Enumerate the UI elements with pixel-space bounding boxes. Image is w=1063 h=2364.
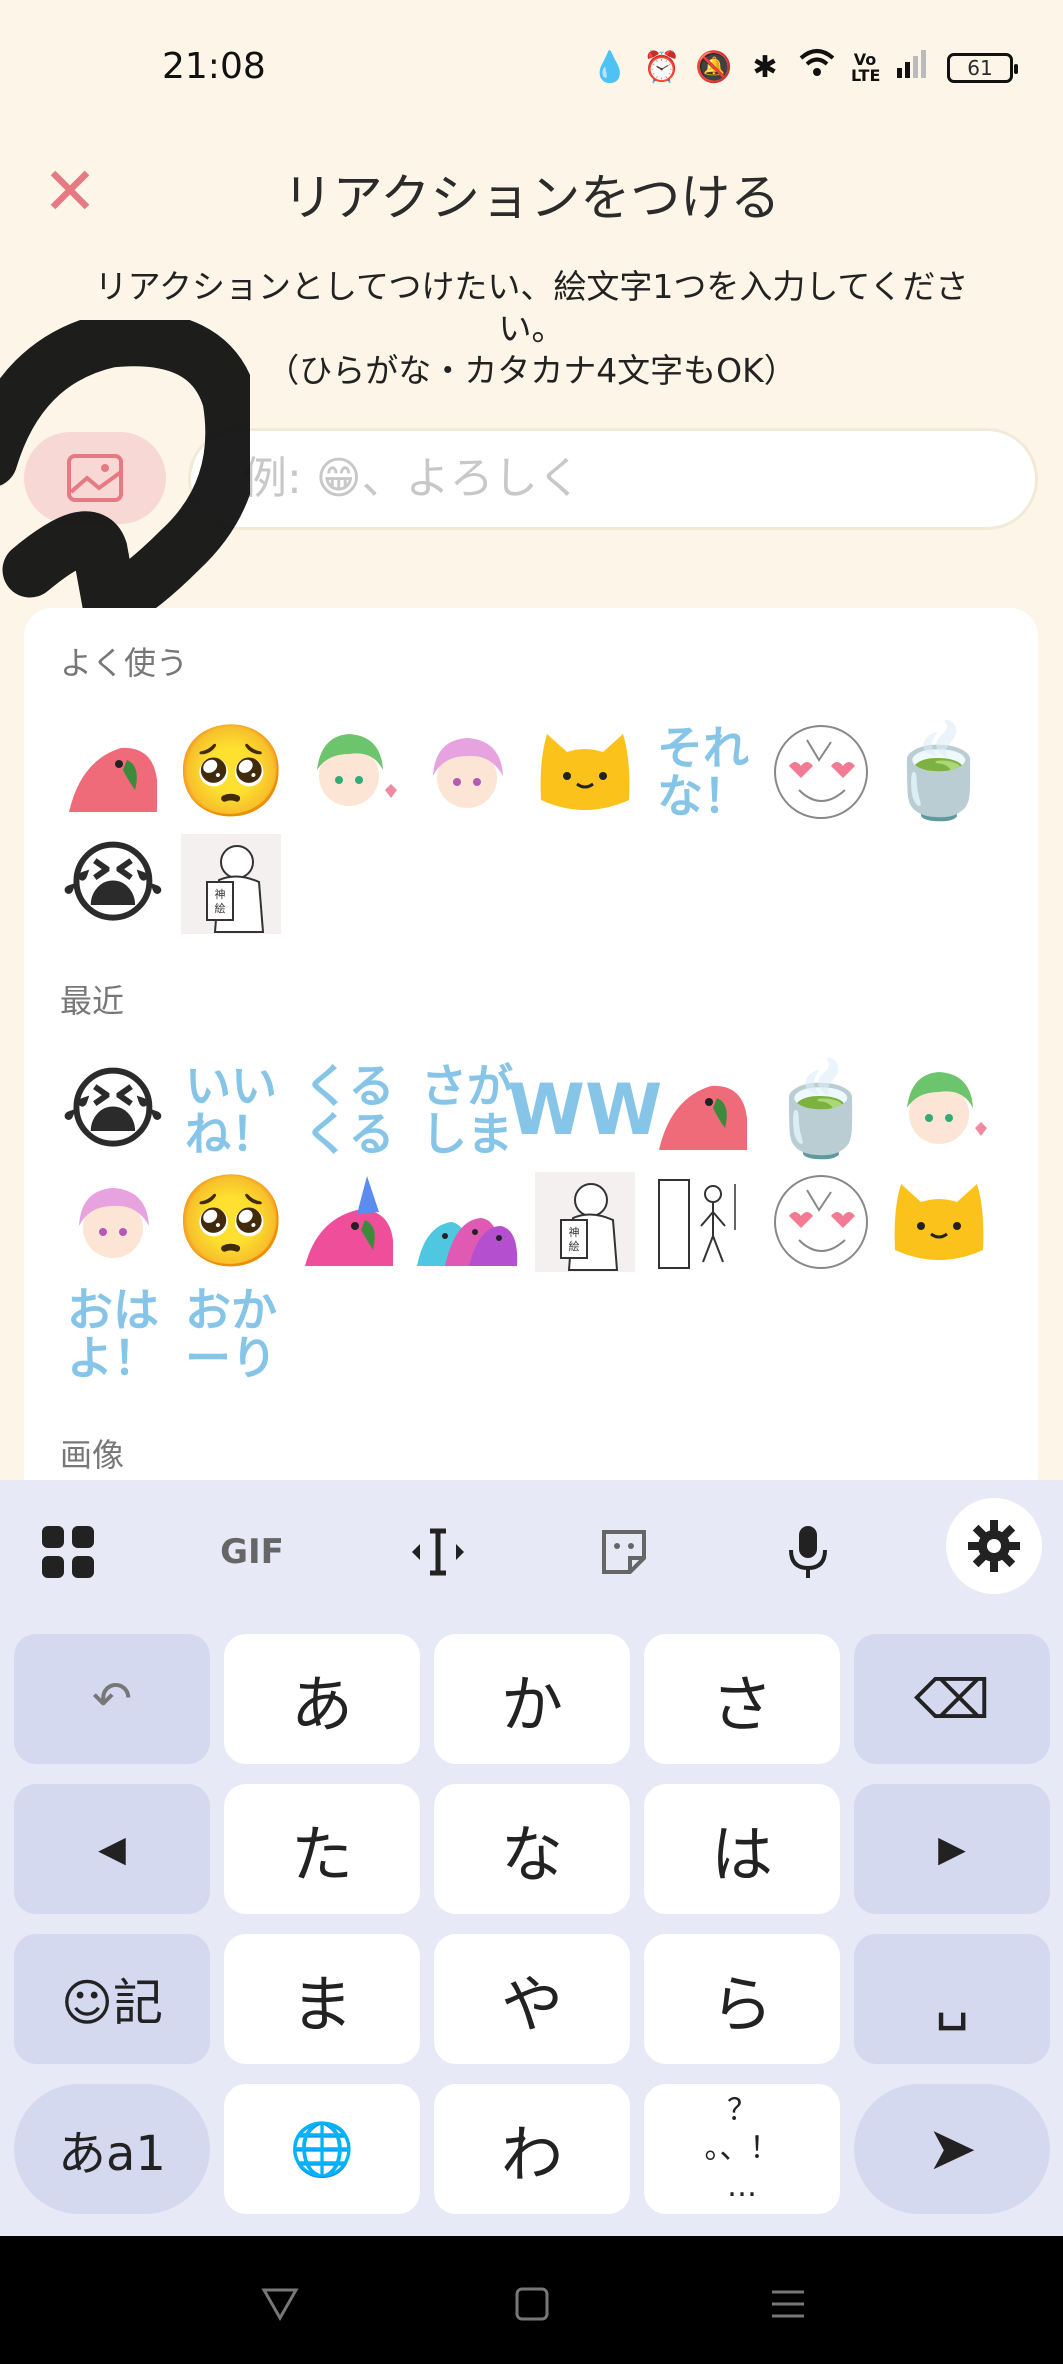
custom-emoji-hands-heart[interactable] [762, 1166, 880, 1278]
text-emoji-item[interactable]: それ な！ [644, 716, 762, 828]
mic-icon[interactable] [758, 1502, 858, 1602]
gif-icon[interactable]: GIF [202, 1502, 302, 1602]
svg-text:絵: 絵 [569, 1239, 580, 1253]
status-time: 21:08 [162, 46, 266, 87]
cursor-right-key[interactable]: ▶ [854, 1784, 1050, 1914]
volte-icon: Vo LTE [851, 49, 881, 85]
menu-nav-icon[interactable] [748, 2264, 828, 2344]
key-sa[interactable]: さ [644, 1634, 840, 1764]
custom-emoji-parrot-red[interactable] [54, 716, 172, 828]
page-title: リアクションをつける [282, 169, 781, 227]
custom-emoji-chibi-pink[interactable] [408, 716, 526, 828]
custom-emoji-parrots-group[interactable] [408, 1166, 526, 1278]
image-picker-button[interactable] [24, 432, 166, 524]
custom-emoji-chibi-pink[interactable] [54, 1166, 172, 1278]
instruction-line-2: い。 [498, 309, 565, 348]
settings-icon[interactable] [946, 1498, 1042, 1594]
mute-icon: 🔕 [695, 49, 733, 85]
key-wa[interactable]: わ [434, 2084, 630, 2214]
emoji-item[interactable]: 😭 [54, 1054, 172, 1166]
custom-emoji-chibi-green[interactable] [290, 716, 408, 828]
custom-emoji-hands-heart[interactable] [762, 716, 880, 828]
backspace-key[interactable]: ⌫ [854, 1634, 1050, 1764]
undo-key[interactable]: ↶ [14, 1634, 210, 1764]
instruction-text: リアクションとしてつけたい、絵文字1つを入力してくださ い。 （ひらがな・カタカ… [40, 266, 1023, 392]
key-ya[interactable]: や [434, 1934, 630, 2064]
custom-emoji-parrot-red[interactable] [644, 1054, 762, 1166]
text-emoji-item[interactable]: いい ね！ [172, 1054, 290, 1166]
section-image-label: 画像 [60, 1436, 125, 1474]
globe-key[interactable]: 🌐 [224, 2084, 420, 2214]
custom-emoji-party-parrot[interactable] [290, 1166, 408, 1278]
emoji-item[interactable]: 🥺 [172, 716, 290, 828]
key-na[interactable]: な [434, 1784, 630, 1914]
emoji-item[interactable]: 😭 [54, 828, 172, 940]
punctuation-key[interactable]: ？ 。、！ … [644, 2084, 840, 2214]
instruction-line-1: リアクションとしてつけたい、絵文字1つを入力してくださ [94, 267, 969, 306]
custom-emoji-door-figure[interactable] [644, 1166, 762, 1278]
frequent-emoji-grid: 🥺 それ な！ 🍵 😭 神絵 [54, 716, 1014, 940]
emoji-panel: よく使う 🥺 それ な！ 🍵 😭 神絵 最近 😭 いい ね！ くる くる さが しま WW 🍵 🥺 神絵おはよ… [24, 608, 1038, 1488]
emoji-item[interactable]: 🥺 [172, 1166, 290, 1278]
navigation-bar [0, 2236, 1063, 2364]
battery-indicator: 61 [947, 52, 1018, 83]
cursor-left-key[interactable]: ◀ [14, 1784, 210, 1914]
custom-emoji-cat-yellow[interactable] [880, 1166, 998, 1278]
text-emoji-item[interactable]: おは よ！ [54, 1278, 172, 1390]
svg-text:絵: 絵 [215, 901, 226, 915]
apps-icon[interactable] [18, 1502, 118, 1602]
wifi-icon [799, 48, 835, 87]
key-ha[interactable]: は [644, 1784, 840, 1914]
emoji-item[interactable]: 🍵 [762, 1054, 880, 1166]
svg-text:神: 神 [215, 887, 226, 901]
custom-emoji-chibi-green[interactable] [880, 1054, 998, 1166]
key-a[interactable]: あ [224, 1634, 420, 1764]
send-key[interactable]: ➤ [854, 2084, 1050, 2214]
emoji-symbol-key[interactable]: ☺記 [14, 1934, 210, 2064]
custom-emoji-cat-yellow[interactable] [526, 716, 644, 828]
custom-emoji-kami-sign[interactable]: 神絵 [172, 828, 290, 940]
image-icon [67, 454, 123, 502]
signal-icon [895, 48, 931, 87]
instruction-line-3: （ひらがな・カタカナ4文字もOK） [266, 351, 797, 390]
text-emoji-item[interactable]: おか ーり [172, 1278, 290, 1390]
svg-text:神: 神 [569, 1225, 580, 1239]
text-emoji-item[interactable]: WW [508, 1054, 662, 1166]
status-icons: 💧 ⏰ 🔕 ✱ Vo LTE 61 [591, 48, 1018, 87]
section-recent-label: 最近 [60, 982, 125, 1020]
home-nav-icon[interactable] [492, 2264, 572, 2344]
keyboard-toolbar: GIF [0, 1480, 1063, 1610]
cursor-icon[interactable] [388, 1502, 488, 1602]
section-frequent-label: よく使う [60, 644, 189, 682]
back-nav-icon[interactable] [240, 2264, 320, 2344]
keyboard: GIF ↶ あ か さ ⌫ ◀ た な は ▶ ☺記 ま や ら ␣ あa1 🌐… [0, 1480, 1063, 2236]
bluetooth-icon: ✱ [752, 49, 778, 85]
key-ta[interactable]: た [224, 1784, 420, 1914]
sticker-icon[interactable] [574, 1502, 674, 1602]
status-bar: 21:08 💧 ⏰ 🔕 ✱ Vo LTE 61 [0, 0, 1063, 130]
alarm-icon: ⏰ [643, 49, 681, 85]
text-emoji-item[interactable]: くる くる [290, 1054, 408, 1166]
reaction-input[interactable]: 例: 😁、よろしく [188, 428, 1038, 530]
drop-icon: 💧 [591, 49, 629, 85]
key-ka[interactable]: か [434, 1634, 630, 1764]
custom-emoji-kami-sign[interactable]: 神絵 [526, 1166, 644, 1278]
emoji-item[interactable]: 🍵 [880, 716, 998, 828]
recent-emoji-grid: 😭 いい ね！ くる くる さが しま WW 🍵 🥺 神絵おは よ！ おか ーり [54, 1054, 1014, 1390]
space-key[interactable]: ␣ [854, 1934, 1050, 2064]
input-mode-key[interactable]: あa1 [14, 2084, 210, 2214]
key-ra[interactable]: ら [644, 1934, 840, 2064]
key-ma[interactable]: ま [224, 1934, 420, 2064]
